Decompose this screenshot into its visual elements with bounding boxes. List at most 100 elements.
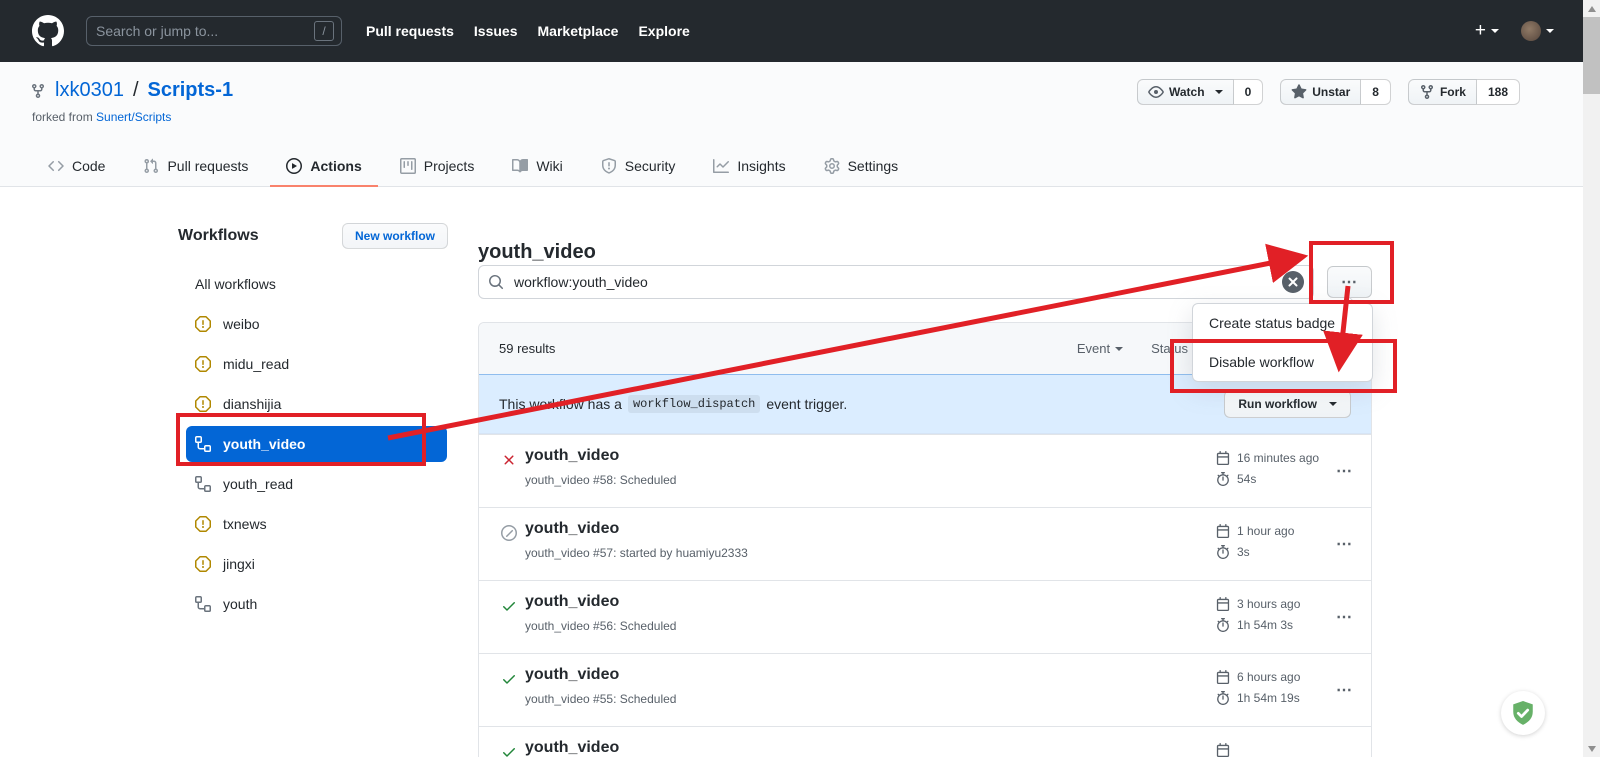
sidebar-item-txnews[interactable]: txnews: [186, 504, 447, 544]
workflow-dispatch-banner: This workflow has a workflow_dispatch ev…: [479, 374, 1371, 434]
repo-name-link[interactable]: Scripts-1: [148, 79, 234, 102]
chevron-down-icon: [1546, 29, 1554, 33]
stopwatch-icon: [1216, 472, 1230, 486]
new-workflow-button[interactable]: New workflow: [342, 223, 448, 249]
gear-icon: [824, 158, 840, 174]
nav-explore[interactable]: Explore: [638, 23, 689, 39]
workflow-search-input[interactable]: [512, 273, 1282, 291]
scrollbar-down-button[interactable]: [1583, 740, 1600, 757]
tab-pull-requests[interactable]: Pull requests: [127, 145, 264, 187]
sidebar-item-all-workflows[interactable]: All workflows: [186, 264, 447, 304]
repo-actions: Watch 0 Unstar 8 Fork 188: [1137, 79, 1520, 105]
nav-issues[interactable]: Issues: [474, 23, 518, 39]
workflow-icon: [195, 436, 211, 452]
run-title[interactable]: youth_video: [525, 447, 619, 465]
tab-code[interactable]: Code: [32, 145, 121, 187]
run-subtitle: youth_video #58: Scheduled: [525, 473, 676, 487]
run-row[interactable]: youth_video youth_video #55: Scheduled 6…: [479, 653, 1371, 726]
workflow-icon: [195, 476, 211, 492]
run-title[interactable]: youth_video: [525, 666, 619, 684]
clear-search-button[interactable]: [1282, 271, 1304, 293]
watch-label: Watch: [1169, 85, 1205, 99]
results-count: 59 results: [499, 341, 555, 356]
star-count[interactable]: 8: [1361, 79, 1391, 105]
fork-button-group: Fork 188: [1408, 79, 1520, 105]
watch-button-group: Watch 0: [1137, 79, 1263, 105]
forked-from-label: forked from: [32, 110, 93, 124]
run-options-button[interactable]: ⋯: [1336, 534, 1353, 554]
global-search-input[interactable]: [94, 22, 314, 40]
calendar-icon: [1216, 451, 1230, 465]
repo-owner-link[interactable]: lxk0301: [55, 79, 124, 102]
sidebar-item-weibo[interactable]: weibo: [186, 304, 447, 344]
nav-pull-requests[interactable]: Pull requests: [366, 23, 454, 39]
run-title[interactable]: youth_video: [525, 739, 619, 757]
global-search[interactable]: /: [86, 16, 342, 46]
run-row[interactable]: youth_video youth_video #56: Scheduled 3…: [479, 580, 1371, 653]
chevron-down-icon: [1491, 29, 1499, 33]
avatar: [1521, 21, 1541, 41]
run-options-button[interactable]: ⋯: [1336, 680, 1353, 700]
project-icon: [400, 158, 416, 174]
tab-insights[interactable]: Insights: [697, 145, 801, 187]
vertical-scrollbar[interactable]: [1583, 0, 1600, 757]
watch-button[interactable]: Watch: [1137, 79, 1234, 105]
warning-icon: [195, 356, 211, 372]
github-logo-icon[interactable]: [32, 15, 64, 47]
unstar-label: Unstar: [1312, 85, 1350, 99]
run-meta: 6 hours ago 1h 54m 19s: [1216, 666, 1300, 708]
fork-count[interactable]: 188: [1477, 79, 1520, 105]
tab-wiki[interactable]: Wiki: [496, 145, 578, 187]
run-subtitle: youth_video #57: started by huamiyu2333: [525, 546, 748, 560]
sidebar-item-youth-video[interactable]: youth_video: [186, 426, 447, 462]
fork-button[interactable]: Fork: [1408, 79, 1477, 105]
scrollbar-thumb[interactable]: [1583, 17, 1600, 94]
tab-security[interactable]: Security: [585, 145, 692, 187]
sidebar-item-jingxi[interactable]: jingxi: [186, 544, 447, 584]
run-title[interactable]: youth_video: [525, 593, 619, 611]
menu-item-create-status-badge[interactable]: Create status badge: [1193, 304, 1372, 343]
workflow-runs-panel: 59 results Event Status This workflow ha…: [478, 322, 1372, 757]
unstar-button[interactable]: Unstar: [1280, 79, 1361, 105]
stopwatch-icon: [1216, 545, 1230, 559]
repo-forked-icon: [1419, 84, 1435, 100]
sidebar-item-youth[interactable]: youth: [186, 584, 447, 624]
x-failed-icon: [501, 452, 517, 468]
run-meta: 1 hour ago 3s: [1216, 520, 1294, 562]
workflow-options-menu: Create status badge Disable workflow: [1192, 303, 1373, 382]
repo-tabs: Code Pull requests Actions Projects Wiki…: [32, 145, 914, 187]
workflow-options-button[interactable]: ⋯: [1327, 266, 1372, 298]
run-row[interactable]: youth_video: [479, 726, 1371, 757]
create-new-menu[interactable]: +: [1475, 20, 1499, 42]
sidebar-item-dianshijia[interactable]: dianshijia: [186, 384, 447, 424]
run-options-button[interactable]: ⋯: [1336, 607, 1353, 627]
tab-projects[interactable]: Projects: [384, 145, 491, 187]
sidebar-item-midu-read[interactable]: midu_read: [186, 344, 447, 384]
forked-from-link[interactable]: Sunert/Scripts: [96, 110, 171, 124]
repo-forked-icon: [30, 83, 46, 99]
sidebar-item-youth-read[interactable]: youth_read: [186, 464, 447, 504]
tab-settings[interactable]: Settings: [808, 145, 915, 187]
nav-marketplace[interactable]: Marketplace: [538, 23, 619, 39]
triangle-up-icon: [1588, 6, 1596, 12]
run-title[interactable]: youth_video: [525, 520, 619, 538]
run-row[interactable]: youth_video youth_video #58: Scheduled 1…: [479, 434, 1371, 507]
primary-nav: Pull requests Issues Marketplace Explore: [366, 23, 690, 39]
run-options-button[interactable]: ⋯: [1336, 461, 1353, 481]
cancelled-icon: [501, 525, 517, 541]
check-icon: [501, 598, 517, 614]
scrollbar-up-button[interactable]: [1583, 0, 1600, 17]
user-menu[interactable]: [1521, 21, 1554, 41]
workflow-search[interactable]: [478, 265, 1314, 299]
warning-icon: [195, 316, 211, 332]
adguard-extension-badge[interactable]: [1501, 691, 1545, 735]
menu-item-disable-workflow[interactable]: Disable workflow: [1193, 343, 1372, 381]
watch-count[interactable]: 0: [1234, 79, 1264, 105]
repo-title: lxk0301 / Scripts-1: [30, 79, 233, 102]
run-meta: 16 minutes ago 54s: [1216, 447, 1319, 489]
tab-actions[interactable]: Actions: [270, 145, 377, 187]
run-row[interactable]: youth_video youth_video #57: started by …: [479, 507, 1371, 580]
run-workflow-button[interactable]: Run workflow: [1224, 390, 1351, 418]
eye-icon: [1148, 84, 1164, 100]
event-filter[interactable]: Event: [1077, 341, 1123, 356]
